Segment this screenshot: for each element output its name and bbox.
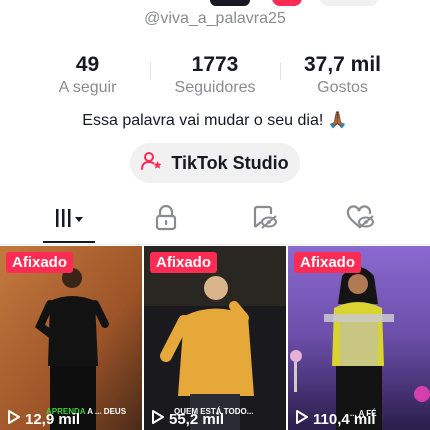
badge-clipped	[272, 0, 302, 6]
play-icon	[8, 410, 20, 428]
video-thumbnail	[0, 246, 142, 430]
display-name-clipped	[210, 0, 250, 6]
video-thumbnail	[288, 246, 430, 430]
stat-following-label: A seguir	[58, 79, 117, 96]
stat-likes[interactable]: 37,7 mil Gostos	[295, 52, 390, 98]
video-tile[interactable]: Afixado ... A FÉ 110,4 mil	[288, 246, 430, 430]
lock-icon	[154, 204, 178, 236]
tiktok-studio-button[interactable]: TikTok Studio	[130, 143, 300, 183]
stat-divider	[280, 62, 281, 80]
video-thumbnail	[144, 246, 286, 430]
view-count-value: 12,9 mil	[25, 410, 81, 428]
profile-handle: @viva_a_palavra25	[144, 10, 286, 27]
pinned-badge: Afixado	[294, 252, 362, 273]
tiktok-studio-label: TikTok Studio	[171, 152, 289, 173]
play-icon	[296, 410, 308, 428]
stat-following-value: 49	[75, 53, 100, 76]
header-clipped	[0, 0, 430, 6]
tab-videos[interactable]	[50, 206, 90, 234]
video-tile[interactable]: Afixado QUEM ESTÁ TODO... 55,2 mil	[144, 246, 286, 430]
video-grid: Afixado APRENDA A ... DEUS 12,9 mil Afix…	[0, 246, 430, 430]
tabs-divider	[0, 244, 430, 245]
tab-reposts[interactable]	[244, 205, 284, 236]
header-button-clipped[interactable]	[318, 0, 380, 6]
stat-followers-value: 1773	[191, 53, 239, 76]
stat-followers[interactable]: 1773 Seguidores	[165, 52, 265, 98]
profile-tabs	[0, 198, 430, 244]
active-tab-indicator	[43, 241, 95, 243]
video-tile[interactable]: Afixado APRENDA A ... DEUS 12,9 mil	[0, 246, 142, 430]
bookmark-eye-off-icon	[250, 205, 278, 236]
profile-bio: Essa palavra vai mudar o seu dia! 🙏🏾	[82, 112, 348, 129]
profile-stats: 49 A seguir 1773 Seguidores 37,7 mil Gos…	[0, 52, 430, 102]
view-count: 12,9 mil	[8, 410, 80, 428]
stat-likes-label: Gostos	[317, 79, 368, 96]
pinned-badge: Afixado	[6, 252, 74, 273]
view-count-value: 55,2 mil	[169, 410, 225, 428]
stat-followers-label: Seguidores	[174, 79, 256, 96]
stat-following[interactable]: 49 A seguir	[40, 52, 135, 98]
tab-liked[interactable]	[340, 204, 380, 236]
view-count: 55,2 mil	[152, 410, 224, 428]
view-count-value: 110,4 mil	[313, 410, 376, 428]
grid-bars-dropdown-icon	[50, 206, 90, 235]
pinned-badge: Afixado	[150, 252, 218, 273]
tab-private[interactable]	[146, 204, 186, 236]
heart-eye-off-icon	[346, 204, 374, 236]
play-icon	[152, 410, 164, 428]
view-count: 110,4 mil	[296, 410, 376, 428]
stat-divider	[150, 62, 151, 80]
person-star-icon	[141, 151, 163, 176]
stat-likes-value: 37,7 mil	[303, 53, 382, 76]
